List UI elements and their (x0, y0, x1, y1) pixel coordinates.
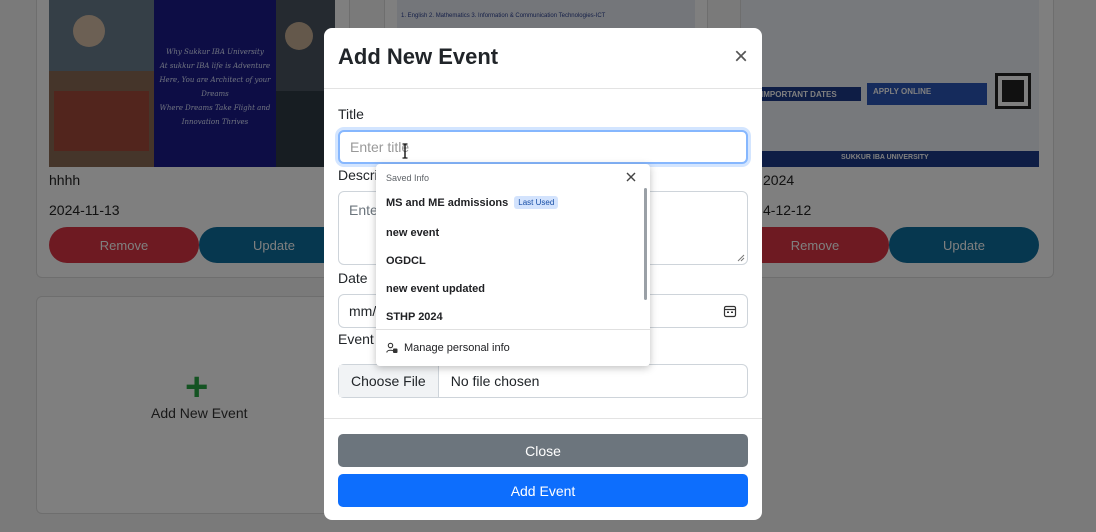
resize-grip-icon[interactable] (737, 254, 745, 262)
close-icon[interactable]: × (730, 45, 752, 69)
choose-file-button[interactable]: Choose File (339, 365, 439, 397)
autofill-dropdown: Saved Info MS and ME admissions Last Used… (376, 164, 650, 366)
modal-header-divider (324, 88, 762, 89)
date-label: Date (338, 270, 368, 286)
autofill-item[interactable]: new event updated (386, 283, 485, 295)
autofill-item[interactable]: STHP 2024 (386, 311, 443, 323)
modal-title: Add New Event (338, 44, 499, 69)
autofill-header: Saved Info (386, 173, 430, 183)
manage-personal-info-link[interactable]: Manage personal info (386, 342, 510, 354)
autofill-divider (376, 329, 650, 330)
close-icon[interactable] (626, 172, 636, 182)
last-used-badge: Last Used (514, 196, 559, 209)
calendar-icon[interactable] (723, 304, 737, 318)
autofill-item[interactable]: new event (386, 227, 439, 239)
file-input[interactable]: Choose File No file chosen (338, 364, 748, 398)
title-input[interactable]: Enter title (338, 130, 748, 164)
autofill-item[interactable]: OGDCL (386, 255, 426, 267)
title-label: Title (338, 106, 364, 122)
modal-footer-divider (324, 418, 762, 419)
manage-info-icon (386, 342, 398, 353)
autofill-item[interactable]: MS and ME admissions Last Used (386, 196, 559, 209)
add-event-button[interactable]: Add Event (338, 474, 748, 507)
file-status-text: No file chosen (450, 373, 540, 389)
text-cursor-icon (402, 143, 408, 159)
close-button[interactable]: Close (338, 434, 748, 467)
autofill-scrollbar[interactable] (644, 188, 647, 300)
title-placeholder: Enter title (350, 139, 410, 155)
manage-personal-info-label: Manage personal info (404, 342, 510, 354)
autofill-item-label: MS and ME admissions (386, 197, 509, 209)
